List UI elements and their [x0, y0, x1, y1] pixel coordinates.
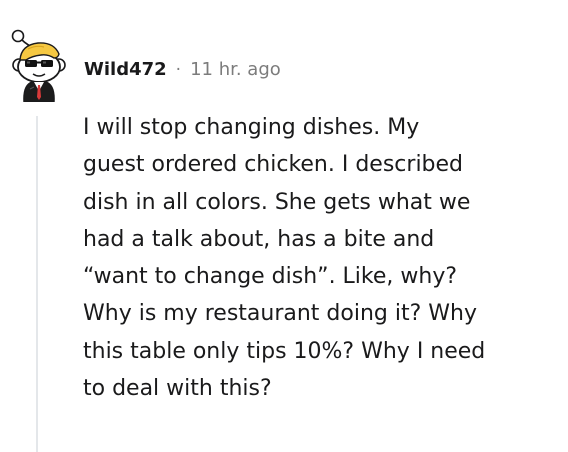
user-avatar[interactable] — [8, 27, 70, 103]
comment-body: I will stop changing dishes. My guest or… — [83, 115, 486, 402]
meta-separator: · — [175, 60, 182, 80]
comment-author[interactable]: Wild472 — [84, 59, 167, 80]
thread-collapse-line[interactable] — [36, 116, 38, 452]
comment-meta: Wild472 · 11 hr. ago — [84, 59, 281, 80]
snoo-avatar-icon — [11, 29, 66, 103]
comment-timestamp[interactable]: 11 hr. ago — [190, 59, 281, 80]
